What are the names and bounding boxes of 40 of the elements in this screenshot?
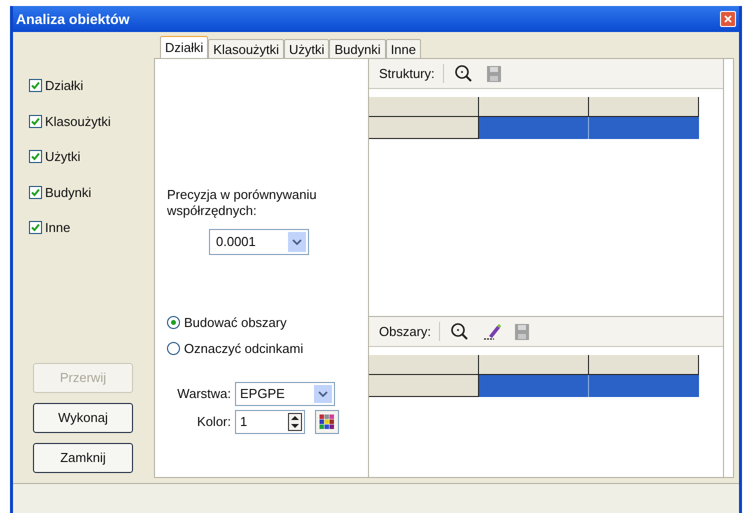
checkbox-label: Działki: [45, 77, 84, 95]
grid-label: Obszary:: [379, 322, 440, 342]
checkbox[interactable]: [29, 79, 42, 92]
checkbox[interactable]: [29, 114, 42, 128]
tab[interactable]: Działki: [160, 36, 208, 58]
checkbox[interactable]: [29, 221, 42, 234]
tab[interactable]: Klasoużytki: [208, 39, 284, 58]
tab[interactable]: Budynki: [329, 39, 386, 58]
color-label: Kolor:: [196, 413, 231, 432]
pencil-icon[interactable]: [482, 322, 502, 342]
window-title: Analiza obiektów: [16, 10, 130, 28]
layer-dropdown[interactable]: EPGPE: [235, 382, 335, 406]
checkbox-label: Budynki: [45, 184, 92, 202]
spinner-arrows-icon: [288, 413, 302, 431]
color-spinner[interactable]: 1: [235, 410, 305, 434]
chevron-icon: [318, 391, 328, 397]
checkbox[interactable]: [29, 150, 42, 164]
radio-label: Oznaczyć odcinkami: [184, 340, 304, 358]
chevron-icon: [292, 239, 302, 245]
dialog-button[interactable]: Zamknij: [33, 443, 133, 473]
close-icon: [724, 15, 732, 23]
checkbox[interactable]: [29, 186, 42, 199]
radio-button[interactable]: [167, 342, 180, 355]
palette-icon: [319, 414, 335, 430]
color-palette-button[interactable]: [315, 410, 339, 434]
precision-label: Precyzja w porównywaniu współrzędnych:: [167, 187, 318, 219]
radio-button[interactable]: [167, 316, 180, 330]
radio-label: Budować obszary: [184, 314, 287, 332]
tab[interactable]: Inne: [386, 39, 421, 58]
grid-label: Struktury:: [379, 64, 444, 84]
checkbox-label: Klasoużytki: [45, 112, 111, 131]
layer-label: Warstwa:: [176, 385, 231, 404]
dialog-button[interactable]: Wykonaj: [33, 403, 133, 433]
zoom-in-icon[interactable]: [450, 322, 470, 342]
checkbox-label: Inne: [45, 219, 70, 237]
zoom-in-icon[interactable]: [454, 64, 474, 84]
checkbox-label: Użytki: [45, 148, 80, 166]
close-button[interactable]: [720, 11, 736, 27]
tab[interactable]: Użytki: [284, 39, 330, 58]
precision-dropdown[interactable]: 0.0001: [209, 229, 309, 255]
